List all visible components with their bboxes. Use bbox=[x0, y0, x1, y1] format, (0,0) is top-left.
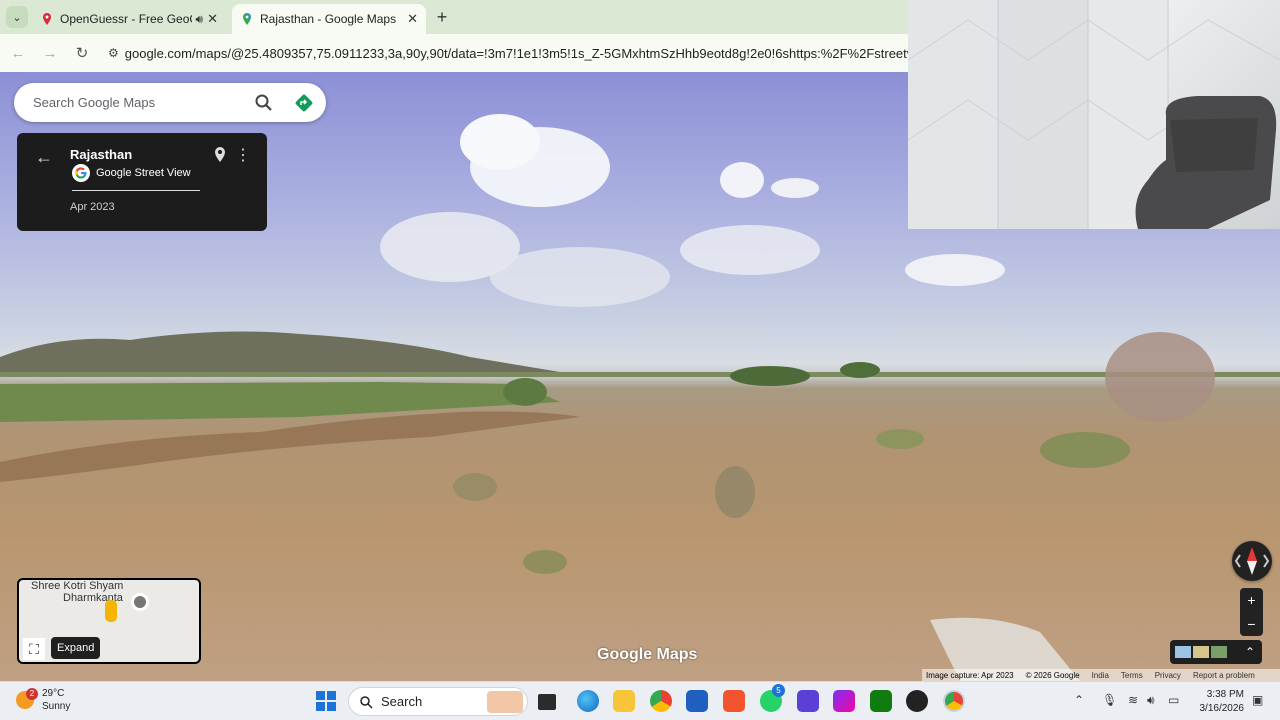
notification-badge: 2 bbox=[26, 688, 38, 700]
edge-browser-icon[interactable] bbox=[577, 690, 599, 712]
mini-map[interactable]: Shree Kotri Shyam Dharmkanta ⛶ bbox=[17, 578, 201, 664]
show-hidden-icons-icon[interactable]: ⌃ bbox=[1074, 693, 1084, 707]
map-layer-thumb-icon[interactable] bbox=[1175, 646, 1191, 658]
tab-title: OpenGuessr - Free GeoGuessr bbox=[60, 12, 192, 26]
minimap-place-label: Shree Kotri Shyam bbox=[31, 580, 124, 592]
source-label: Google Street View bbox=[96, 167, 191, 179]
weather-temp: 29°C bbox=[42, 688, 65, 699]
search-icon bbox=[360, 695, 373, 709]
taskbar-search[interactable]: Search bbox=[348, 687, 528, 716]
google-maps-favicon-icon bbox=[243, 13, 251, 25]
capture-date[interactable]: Apr 2023 bbox=[70, 201, 115, 213]
expand-tooltip: Expand bbox=[51, 637, 101, 659]
microphone-icon[interactable]: 🎙︎ bbox=[1102, 693, 1117, 707]
chevron-up-icon[interactable]: ⌃ bbox=[1245, 645, 1255, 659]
microsoft-store-icon[interactable] bbox=[686, 690, 708, 712]
app-icon-purple[interactable] bbox=[797, 690, 819, 712]
close-tab-icon[interactable]: ✕ bbox=[407, 11, 418, 27]
chrome-profile-icon[interactable] bbox=[943, 690, 965, 712]
system-clock[interactable]: 3:38 PM 3/16/2026 bbox=[1192, 688, 1245, 716]
terms-link[interactable]: Terms bbox=[1121, 671, 1143, 680]
search-icon[interactable] bbox=[254, 93, 274, 113]
back-arrow-icon[interactable]: ← bbox=[35, 147, 53, 168]
attribution-bar: Image capture: Apr 2023 © 2026 Google In… bbox=[922, 669, 1280, 681]
wifi-icon[interactable]: ≋ bbox=[1128, 693, 1138, 707]
image-capture-date: Image capture: Apr 2023 bbox=[926, 670, 1014, 680]
clock-time: 3:38 PM bbox=[1206, 689, 1244, 700]
volume-icon[interactable]: 🔊︎ bbox=[1147, 693, 1155, 708]
location-pin-icon[interactable] bbox=[213, 146, 227, 164]
copyright-text: © 2026 Google bbox=[1025, 670, 1080, 680]
country-link[interactable]: India bbox=[1092, 671, 1109, 680]
chrome-icon[interactable] bbox=[650, 690, 672, 712]
task-view-icon[interactable] bbox=[538, 694, 556, 710]
brave-browser-icon[interactable] bbox=[723, 690, 745, 712]
tab-search-menu-button[interactable]: ⌄ bbox=[6, 6, 28, 28]
address-bar[interactable]: ⚙︎ google.com/maps/@25.4809357,75.091123… bbox=[100, 38, 920, 68]
tab-google-maps[interactable]: Rajasthan - Google Maps ✕ bbox=[232, 4, 426, 34]
site-info-icon[interactable]: ⚙︎ bbox=[108, 46, 119, 60]
whatsapp-badge: 5 bbox=[772, 684, 785, 697]
start-button[interactable] bbox=[316, 691, 336, 711]
zoom-control: + − bbox=[1240, 588, 1263, 636]
report-problem-link[interactable]: Report a problem bbox=[1193, 671, 1255, 680]
sun-icon: 2 bbox=[16, 688, 38, 709]
notifications-icon[interactable]: ▣ bbox=[1252, 693, 1263, 707]
expand-icon[interactable]: ⛶ bbox=[23, 638, 45, 660]
source-row: Google Street View bbox=[72, 164, 200, 191]
clipchamp-icon[interactable] bbox=[833, 690, 855, 712]
battery-icon[interactable]: ▭ bbox=[1168, 693, 1179, 707]
webcam-scene bbox=[908, 0, 1280, 229]
search-highlight-icon bbox=[487, 691, 523, 713]
maps-search-box[interactable]: Search Google Maps bbox=[14, 83, 326, 122]
url-text: google.com/maps/@25.4809357,75.0911233,3… bbox=[124, 45, 920, 61]
street-view-info-card: ← Rajasthan Google Street View Apr 2023 … bbox=[17, 133, 267, 231]
directions-icon[interactable] bbox=[294, 93, 314, 113]
zoom-out-button[interactable]: − bbox=[1240, 612, 1263, 636]
tab-openguessr[interactable]: OpenGuessr - Free GeoGuessr 🔊︎ ✕ bbox=[32, 4, 226, 34]
layers-switcher[interactable]: ⌃ bbox=[1170, 640, 1262, 664]
tab-title: Rajasthan - Google Maps bbox=[260, 12, 397, 26]
new-tab-button[interactable]: + bbox=[432, 7, 452, 27]
windows-taskbar: 2 29°C Sunny Search 5 ⌃ 🎙︎ ≋ 🔊︎ ▭ 3:38 P… bbox=[0, 681, 1280, 720]
more-options-icon[interactable]: ⋮ bbox=[235, 145, 251, 165]
clock-date: 3/16/2026 bbox=[1199, 703, 1245, 714]
webcam-overlay bbox=[908, 0, 1280, 229]
windows-logo-icon bbox=[316, 691, 325, 700]
whatsapp-icon[interactable]: 5 bbox=[760, 684, 785, 712]
speaker-icon[interactable]: 🔊︎ bbox=[196, 12, 204, 27]
zoom-in-button[interactable]: + bbox=[1240, 588, 1263, 612]
satellite-layer-thumb-icon[interactable] bbox=[1211, 646, 1227, 658]
reload-button[interactable]: ↻ bbox=[68, 39, 96, 67]
terrain-layer-thumb-icon[interactable] bbox=[1193, 646, 1209, 658]
compass-icon bbox=[1234, 547, 1270, 575]
privacy-link[interactable]: Privacy bbox=[1155, 671, 1181, 680]
google-logo-icon bbox=[72, 164, 90, 182]
weather-desc: Sunny bbox=[42, 701, 71, 712]
map-marker-icon bbox=[131, 593, 149, 611]
compass-button[interactable] bbox=[1232, 541, 1272, 581]
close-tab-icon[interactable]: ✕ bbox=[207, 11, 218, 27]
search-input[interactable]: Search Google Maps bbox=[33, 95, 254, 110]
taskbar-search-label: Search bbox=[381, 694, 423, 709]
openguessr-favicon-icon bbox=[43, 13, 51, 25]
forward-button[interactable]: → bbox=[36, 39, 64, 67]
google-maps-watermark: Google Maps bbox=[597, 646, 698, 663]
xbox-icon[interactable] bbox=[870, 690, 892, 712]
weather-widget[interactable]: 2 29°C Sunny bbox=[16, 687, 70, 713]
back-button[interactable]: ← bbox=[4, 39, 32, 67]
file-explorer-icon[interactable] bbox=[613, 690, 635, 712]
pegman-icon bbox=[105, 600, 117, 622]
place-title[interactable]: Rajasthan bbox=[70, 147, 132, 162]
weather-text: 29°C Sunny bbox=[42, 687, 70, 713]
media-app-icon[interactable] bbox=[906, 690, 928, 712]
